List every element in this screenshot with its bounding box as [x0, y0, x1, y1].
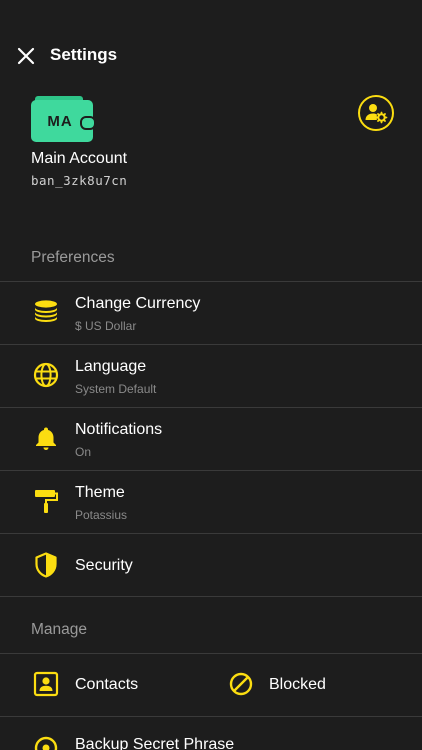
settings-row-language[interactable]: Language System Default [0, 345, 422, 407]
close-button[interactable] [14, 44, 38, 68]
settings-row-contacts[interactable]: Contacts [0, 654, 210, 716]
divider [0, 596, 422, 597]
settings-row-label: Theme [75, 484, 125, 501]
app-header: Settings [0, 36, 422, 76]
section-heading-manage: Manage [31, 621, 88, 638]
settings-row-label: Backup Secret Phrase [75, 736, 235, 750]
contacts-label: Contacts [75, 676, 139, 693]
settings-row-backup-secret-phrase[interactable]: Backup Secret Phrase [0, 717, 422, 750]
close-icon [17, 47, 35, 65]
section-heading-preferences: Preferences [31, 249, 115, 266]
settings-row-change-currency[interactable]: Change Currency $ US Dollar [0, 282, 422, 344]
account-name: Main Account [31, 150, 128, 167]
shield-icon [32, 551, 60, 579]
settings-row-value: System Default [75, 382, 157, 396]
manage-accounts-button[interactable] [358, 95, 394, 131]
coins-icon [32, 298, 60, 326]
bell-icon [32, 424, 60, 452]
globe-icon [32, 361, 60, 389]
settings-row-value: $ US Dollar [75, 319, 137, 333]
settings-row-theme[interactable]: Theme Potassius [0, 471, 422, 533]
blocked-label: Blocked [269, 676, 326, 693]
settings-row-label: Security [75, 557, 133, 574]
settings-row-label: Change Currency [75, 295, 201, 312]
user-settings-icon [365, 104, 388, 124]
settings-row-label: Language [75, 358, 147, 375]
backup-icon [32, 734, 60, 750]
page-title: Settings [50, 45, 118, 64]
contacts-icon [32, 670, 60, 698]
settings-row-value: Potassius [75, 508, 128, 522]
blocked-icon [227, 670, 255, 698]
settings-row-notifications[interactable]: Notifications On [0, 408, 422, 470]
settings-row-value: On [75, 445, 92, 459]
account-wallet-button[interactable]: MA [31, 96, 96, 142]
account-address: ban_3zk8u7cn [31, 173, 128, 188]
account-initials: MA [47, 113, 73, 130]
settings-row-blocked[interactable]: Blocked [215, 654, 422, 716]
paint-roller-icon [32, 487, 60, 515]
settings-row-security[interactable]: Security [0, 534, 422, 596]
settings-row-label: Notifications [75, 421, 163, 438]
